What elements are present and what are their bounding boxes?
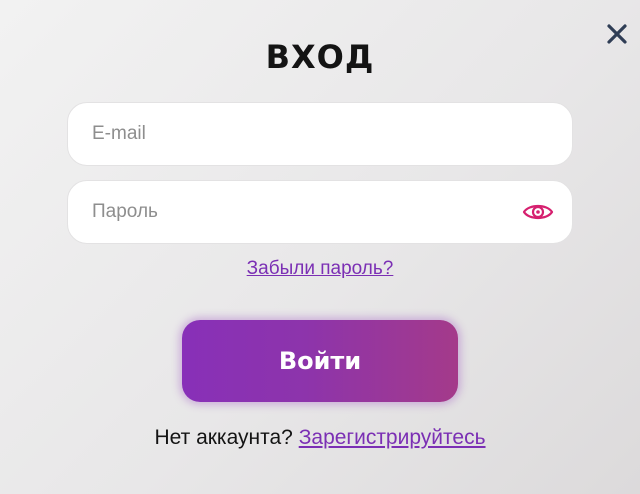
signup-prompt: Нет аккаунта? bbox=[154, 426, 299, 449]
login-dialog: ВХОД Забыли пароль? Войти Нет аккаунта? … bbox=[0, 0, 640, 494]
signup-row: Нет аккаунта? Зарегистрируйтесь bbox=[0, 426, 640, 450]
email-field-container bbox=[67, 102, 573, 166]
forgot-password-link[interactable]: Забыли пароль? bbox=[247, 258, 394, 279]
signup-link[interactable]: Зарегистрируйтесь bbox=[299, 426, 486, 449]
password-field[interactable] bbox=[92, 181, 532, 243]
dialog-title: ВХОД bbox=[265, 38, 375, 76]
password-field-container bbox=[67, 180, 573, 244]
eye-icon bbox=[522, 204, 554, 220]
email-field[interactable] bbox=[92, 103, 532, 165]
login-button[interactable]: Войти bbox=[182, 320, 458, 402]
show-password-toggle[interactable] bbox=[522, 199, 554, 225]
forgot-password-row: Забыли пароль? bbox=[0, 258, 640, 280]
